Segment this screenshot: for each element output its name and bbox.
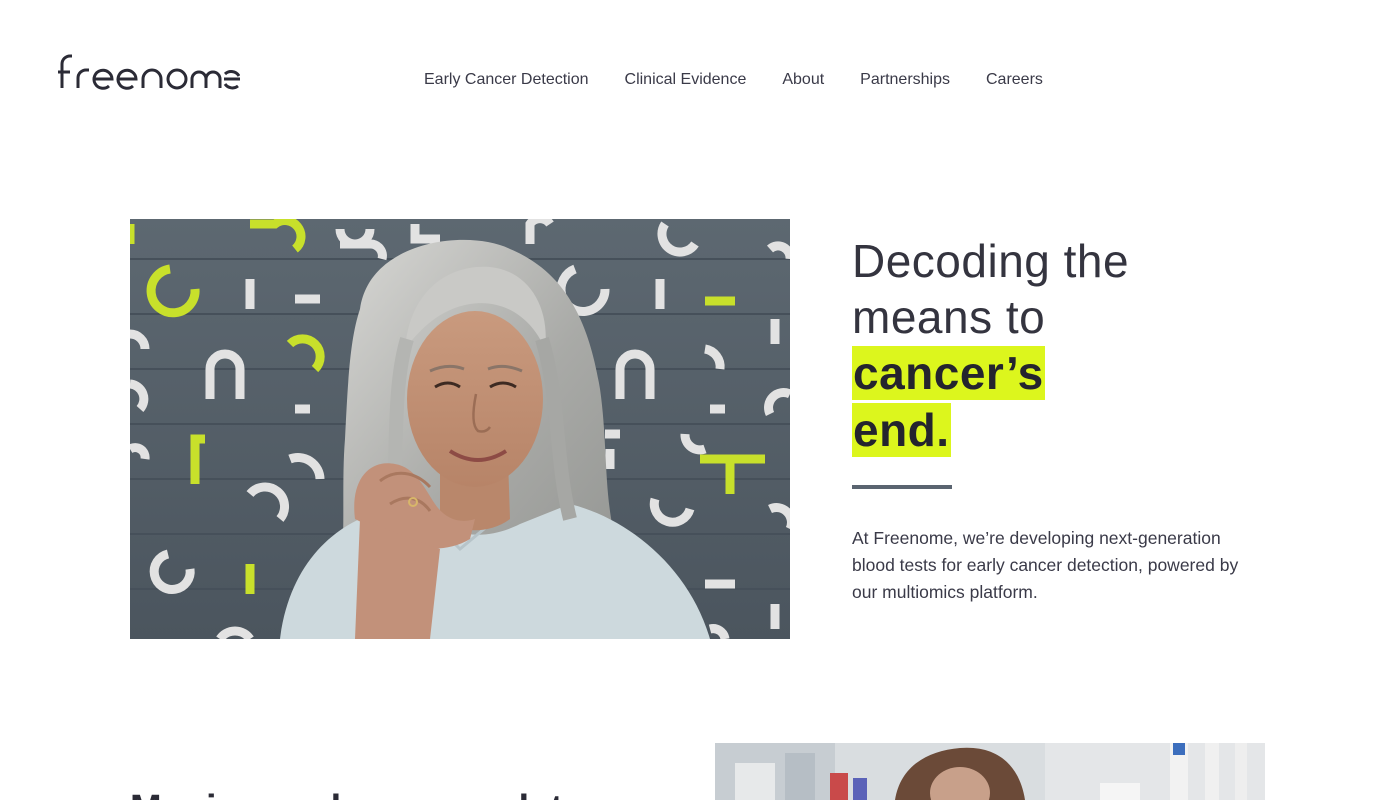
headline-highlight-2: end. — [852, 403, 951, 457]
section-heading: Moving early cancer detection — [130, 786, 570, 800]
hero-image — [130, 219, 790, 639]
hero-headline: Decoding the means to cancer’s end. — [852, 233, 1272, 459]
freenome-logo[interactable] — [58, 52, 240, 94]
lab-scientist-illustration — [715, 743, 1265, 800]
logo-wordmark-icon — [58, 54, 240, 90]
nav-item-clinical-evidence[interactable]: Clinical Evidence — [625, 69, 747, 91]
page: Early Cancer Detection Clinical Evidence… — [0, 0, 1400, 800]
nav-item-early-cancer-detection[interactable]: Early Cancer Detection — [424, 69, 589, 91]
hero-description: At Freenome, we’re developing next-gener… — [852, 528, 1239, 602]
headline-highlight-1: cancer’s — [852, 346, 1045, 400]
woman-portrait-illustration — [130, 219, 790, 639]
nav-item-partnerships[interactable]: Partnerships — [860, 69, 950, 91]
hero-divider — [852, 485, 952, 489]
headline-line-1: Decoding the — [852, 235, 1130, 287]
main-nav: Early Cancer Detection Clinical Evidence… — [424, 69, 1079, 91]
hero-text: Decoding the means to cancer’s end. At F… — [852, 233, 1272, 606]
nav-item-about[interactable]: About — [782, 69, 824, 91]
lab-image — [715, 743, 1265, 800]
nav-item-careers[interactable]: Careers — [986, 69, 1043, 91]
headline-line-2: means to — [852, 291, 1046, 343]
